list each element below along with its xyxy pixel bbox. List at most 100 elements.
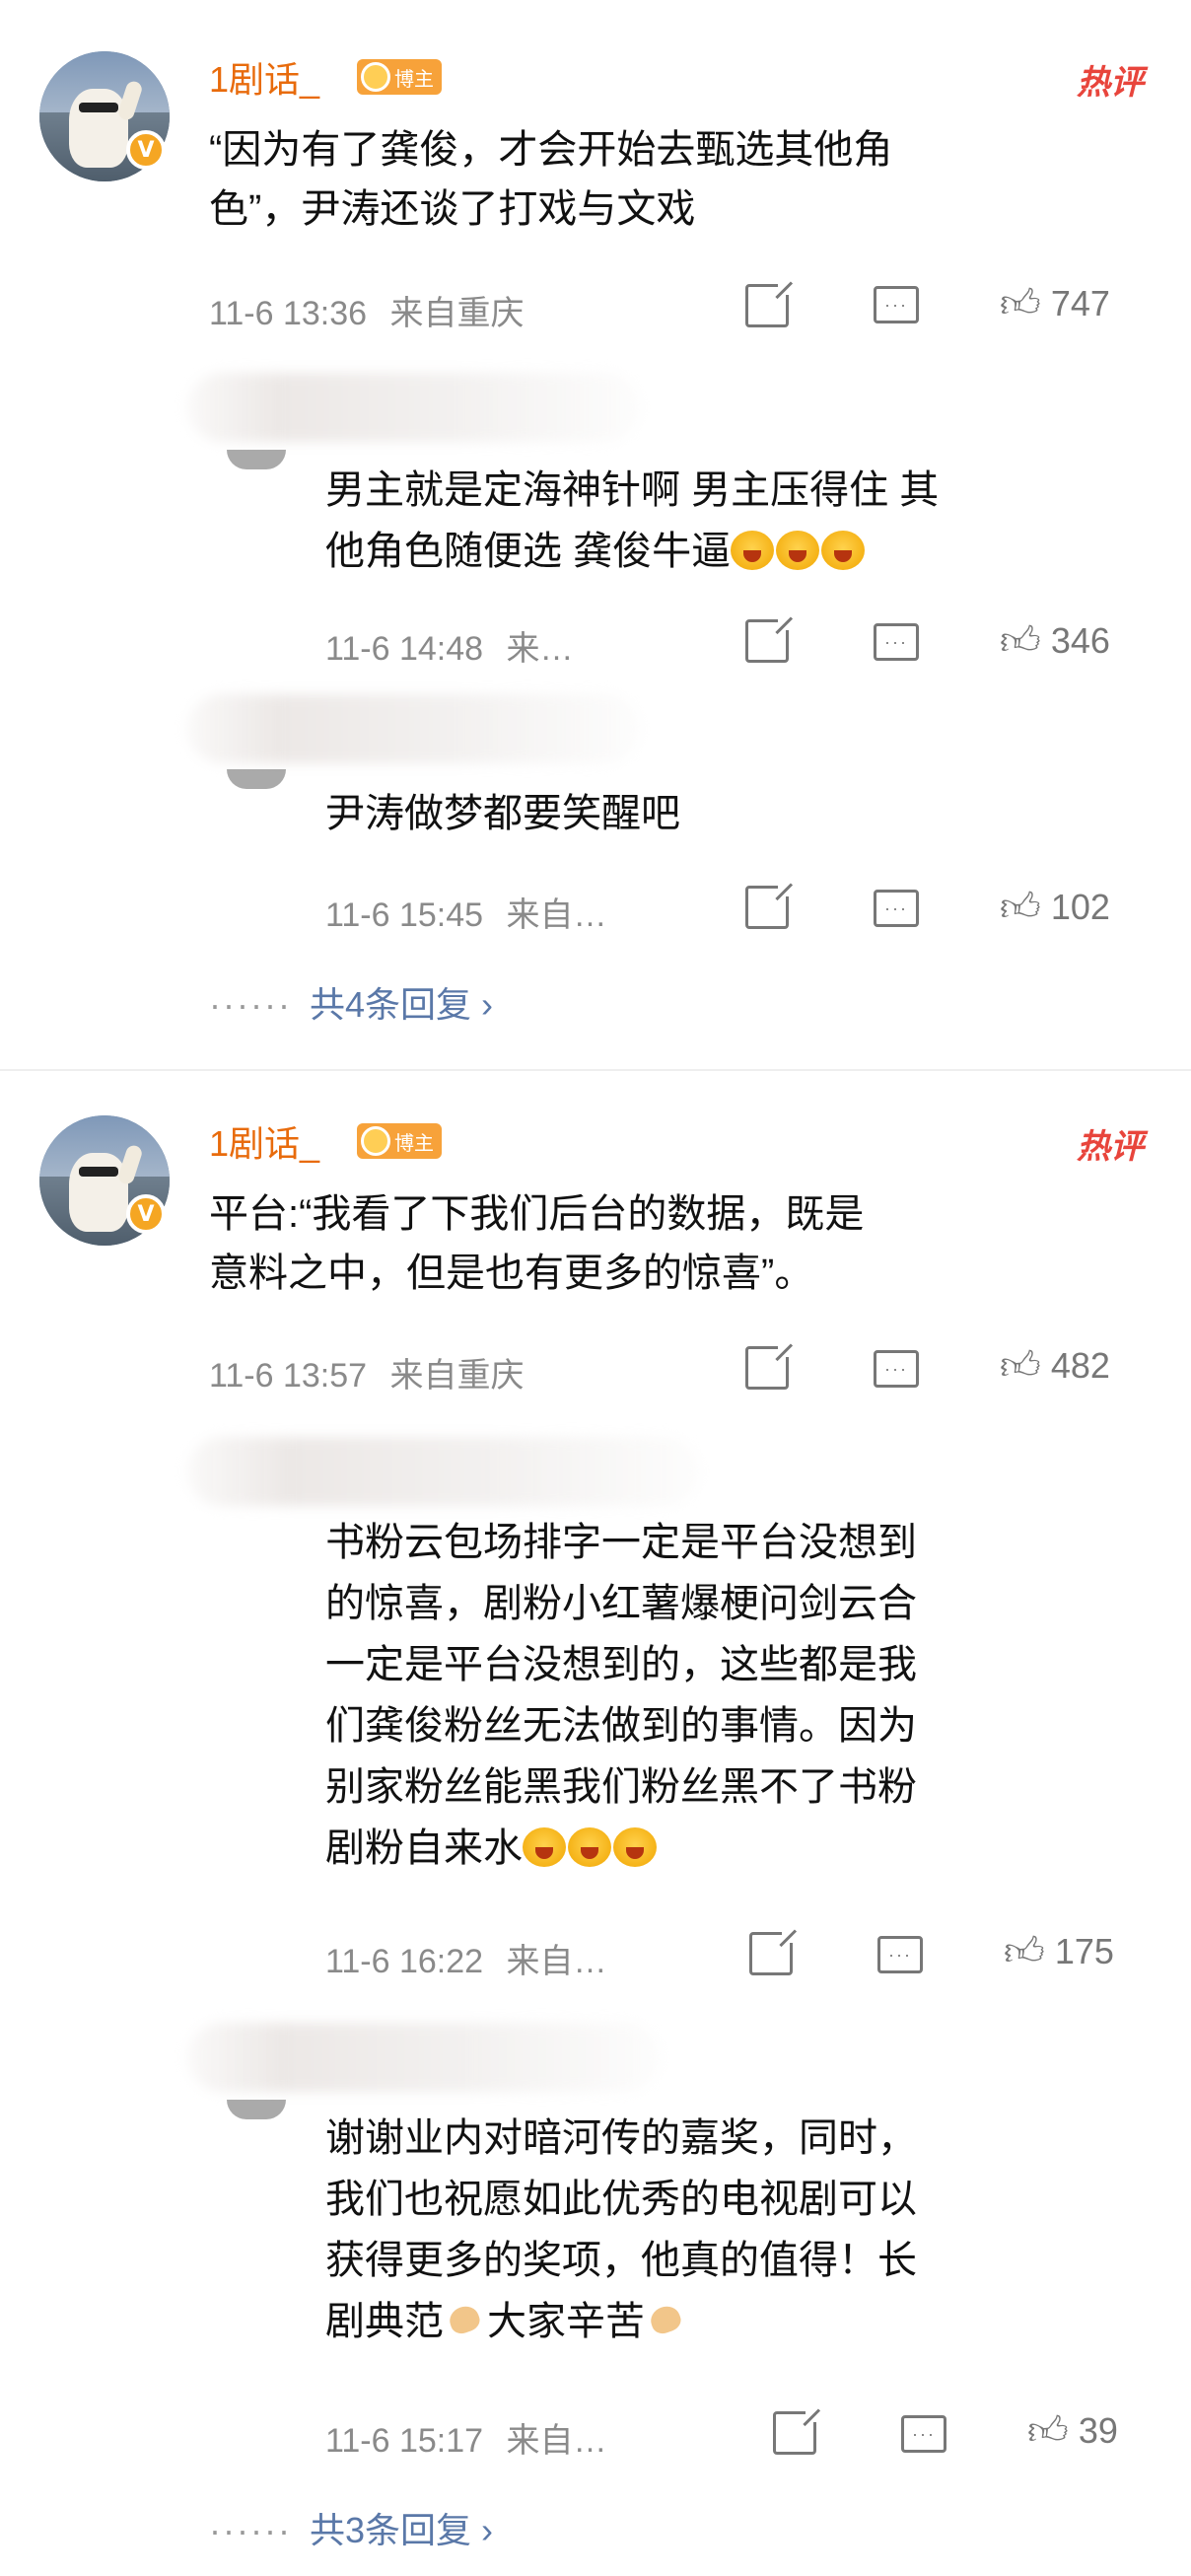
reply-button[interactable]: ··· xyxy=(874,623,919,661)
location: 来自… xyxy=(506,2422,607,2460)
reply-meta: 11-6 15:17 来自… xyxy=(325,2413,607,2462)
more-replies-label: 共4条回复 › xyxy=(309,984,493,1025)
cry-laugh-emoji-icon xyxy=(613,1827,657,1867)
comment-icon: ··· xyxy=(901,2415,946,2453)
reply-text-line: 的惊喜，剧粉小红薯爆梗问剑云合 xyxy=(325,1582,917,1625)
cry-laugh-emoji-icon xyxy=(821,531,866,570)
timestamp: 11-6 14:48 xyxy=(325,630,484,668)
reply-text-line: 大家辛苦 xyxy=(487,2300,645,2343)
reply-text-line: 剧粉自来水 xyxy=(325,1826,523,1870)
thumb-up-icon: 👍︎ xyxy=(1004,1930,1045,1973)
blurred-reply-username xyxy=(187,373,641,442)
more-dots: ······ xyxy=(209,984,292,1025)
view-more-replies-link[interactable]: ······ 共4条回复 › xyxy=(209,976,493,1028)
share-button[interactable] xyxy=(773,2406,821,2455)
reply-text: 男主就是定海神针啊 男主压得住 其 他角色随便选 龚俊牛逼 xyxy=(325,460,1144,582)
reply-button[interactable]: ··· xyxy=(874,286,919,323)
blurred-reply-username xyxy=(187,2023,661,2092)
badge-label: 博主 xyxy=(394,1132,434,1155)
timestamp: 11-6 15:45 xyxy=(325,896,484,934)
medal-icon xyxy=(361,1126,390,1156)
comment-text: 平台:“我看了下我们后台的数据，既是 意料之中，但是也有更多的惊喜”。 xyxy=(209,1184,1146,1303)
like-count: 39 xyxy=(1078,2410,1118,2451)
reply-text-line: 谢谢业内对暗河传的嘉奖，同时， xyxy=(325,2116,917,2160)
timestamp: 11-6 15:17 xyxy=(325,2422,484,2460)
reply-text: 尹涛做梦都要笑醒吧 xyxy=(325,783,1144,844)
clap-hands-emoji-icon xyxy=(444,2301,487,2340)
reply-avatar[interactable] xyxy=(227,450,286,469)
share-button[interactable] xyxy=(745,279,794,327)
thumb-up-icon: 👍︎ xyxy=(1027,2409,1069,2453)
like-button[interactable]: 👍︎ 39 xyxy=(1027,2407,1118,2455)
reply-button[interactable]: ··· xyxy=(874,890,919,927)
reply-text: 谢谢业内对暗河传的嘉奖，同时， 我们也祝愿如此优秀的电视剧可以 获得更多的奖项，… xyxy=(325,2108,1144,2352)
like-button[interactable]: 👍︎ 102 xyxy=(1000,884,1110,931)
medal-icon xyxy=(361,62,390,92)
comment-text-line: “因为有了龚俊，才会开始去甄选其他角 xyxy=(209,128,893,172)
blurred-reply-username xyxy=(187,694,641,763)
view-more-replies-link[interactable]: ······ 共3条回复 › xyxy=(209,2502,493,2553)
verified-v-icon: V xyxy=(126,1194,166,1234)
comment-thread-2: V 1剧话_ 博主 热评 平台:“我看了下我们后台的数据，既是 意料之中，但是也… xyxy=(0,1070,1191,2576)
reply-button[interactable]: ··· xyxy=(901,2415,946,2453)
reply-text-line: 我们也祝愿如此优秀的电视剧可以 xyxy=(325,2178,917,2221)
like-button[interactable]: 👍︎ 747 xyxy=(1000,280,1110,327)
like-count: 102 xyxy=(1050,887,1110,927)
cry-laugh-emoji-icon xyxy=(523,1827,566,1867)
timestamp: 11-6 13:57 xyxy=(209,1357,368,1395)
comment-text-line: 意料之中，但是也有更多的惊喜”。 xyxy=(209,1252,814,1295)
location: 来自重庆 xyxy=(389,295,525,332)
share-icon xyxy=(745,1341,794,1390)
username[interactable]: 1剧话_ xyxy=(209,1115,319,1167)
hot-comment-tag: 热评 xyxy=(1077,64,1144,102)
reply-text-line: 一定是平台没想到的，这些都是我 xyxy=(325,1643,917,1686)
comment-icon: ··· xyxy=(874,286,919,323)
reply-button[interactable]: ··· xyxy=(877,1936,923,1973)
share-icon xyxy=(745,881,794,929)
reply-avatar[interactable] xyxy=(227,769,286,789)
cry-laugh-emoji-icon xyxy=(731,531,775,570)
more-replies-label: 共3条回复 › xyxy=(309,2510,493,2550)
thumb-up-icon: 👍︎ xyxy=(1000,1344,1041,1388)
reply-avatar[interactable] xyxy=(227,2100,286,2119)
like-count: 346 xyxy=(1050,620,1110,661)
comment-meta: 11-6 13:57 来自重庆 xyxy=(209,1348,525,1396)
comment-icon: ··· xyxy=(874,890,919,927)
share-button[interactable] xyxy=(745,1341,794,1390)
reply-text-line: 尹涛做梦都要笑醒吧 xyxy=(325,792,680,835)
verified-v-icon: V xyxy=(126,130,166,170)
thumb-up-icon: 👍︎ xyxy=(1000,886,1041,929)
comment-icon: ··· xyxy=(877,1936,923,1973)
share-button[interactable] xyxy=(749,1927,798,1975)
comment-thread-1: V 1剧话_ 博主 热评 “因为有了龚俊，才会开始去甄选其他角 色”，尹涛还谈了… xyxy=(0,0,1191,1070)
comment-text-line: 平台:“我看了下我们后台的数据，既是 xyxy=(209,1192,865,1236)
more-dots: ······ xyxy=(209,2510,292,2550)
share-button[interactable] xyxy=(745,614,794,663)
like-count: 482 xyxy=(1050,1345,1110,1386)
share-button[interactable] xyxy=(745,881,794,929)
timestamp: 11-6 16:22 xyxy=(325,1943,484,1980)
reply-button[interactable]: ··· xyxy=(874,1350,919,1388)
location: 来自… xyxy=(506,896,607,934)
comment-text-line: 色”，尹涛还谈了打戏与文戏 xyxy=(209,187,696,231)
like-button[interactable]: 👍︎ 482 xyxy=(1000,1342,1110,1390)
badge-label: 博主 xyxy=(394,68,434,91)
like-count: 175 xyxy=(1054,1931,1114,1971)
hot-comment-tag: 热评 xyxy=(1077,1128,1144,1166)
reply-text-line: 剧典范 xyxy=(325,2300,444,2343)
like-button[interactable]: 👍︎ 175 xyxy=(1004,1928,1114,1975)
cry-laugh-emoji-icon xyxy=(776,531,820,570)
location: 来自重庆 xyxy=(389,1357,525,1395)
reply-text-line: 男主就是定海神针啊 男主压得住 其 xyxy=(325,468,940,512)
reply-text: 书粉云包场排字一定是平台没想到 的惊喜，剧粉小红薯爆梗问剑云合 一定是平台没想到… xyxy=(325,1512,1144,1879)
cry-laugh-emoji-icon xyxy=(568,1827,611,1867)
share-icon xyxy=(745,614,794,663)
timestamp: 11-6 13:36 xyxy=(209,295,368,332)
share-icon xyxy=(745,279,794,327)
username[interactable]: 1剧话_ xyxy=(209,51,319,103)
like-button[interactable]: 👍︎ 346 xyxy=(1000,617,1110,665)
share-icon xyxy=(773,2406,821,2455)
thumb-up-icon: 👍︎ xyxy=(1000,282,1041,325)
reply-text-line: 书粉云包场排字一定是平台没想到 xyxy=(325,1521,917,1564)
reply-text-line: 别家粉丝能黑我们粉丝黑不了书粉 xyxy=(325,1765,917,1809)
